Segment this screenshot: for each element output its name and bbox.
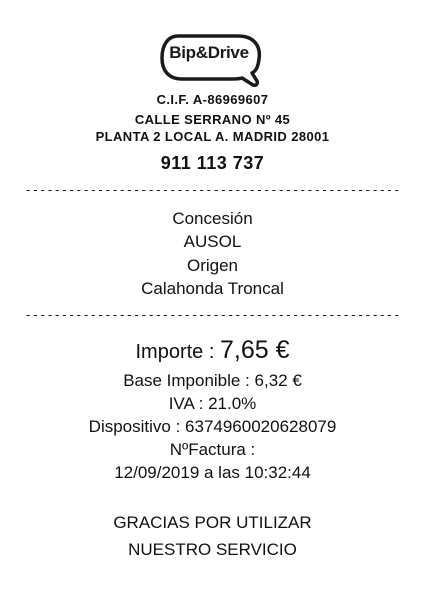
company-address-line1: CALLE SERRANO Nº 45 [134, 112, 291, 127]
bip-drive-logo: Bip&Drive [160, 33, 264, 87]
receipt: Bip&Drive C.I.F. A-86969607 CALLE SERRAN… [0, 0, 425, 589]
dispositivo: Dispositivo : 6374960020628079 [88, 417, 337, 436]
company-address-line2: PLANTA 2 LOCAL A. MADRID 28001 [95, 129, 330, 144]
importe-amount: 7,65 € [219, 336, 290, 364]
company-phone: 911 113 737 [160, 153, 265, 173]
factura-number: NºFactura : [169, 440, 256, 459]
footer-line2: NUESTRO SERVICIO [128, 540, 297, 559]
iva: IVA : 21.0% [168, 394, 257, 413]
concession-label: Concesión [172, 209, 253, 228]
origin-label: Origen [186, 256, 239, 275]
importe-label: Importe : [135, 341, 220, 363]
divider-bottom: ----------------------------------------… [24, 308, 401, 322]
base-imponible: Base Imponible : 6,32 € [123, 371, 302, 390]
company-cif: C.I.F. A-86969607 [156, 92, 269, 107]
origin-value: Calahonda Troncal [141, 279, 284, 298]
divider-top: ----------------------------------------… [24, 183, 401, 197]
invoice-datetime: 12/09/2019 a las 10:32:44 [114, 463, 311, 482]
importe-row: Importe : 7,65 € [0, 336, 425, 365]
concession-value: AUSOL [183, 232, 242, 251]
logo-text: Bip&Drive [169, 43, 249, 62]
footer-line1: GRACIAS POR UTILIZAR [113, 513, 312, 532]
